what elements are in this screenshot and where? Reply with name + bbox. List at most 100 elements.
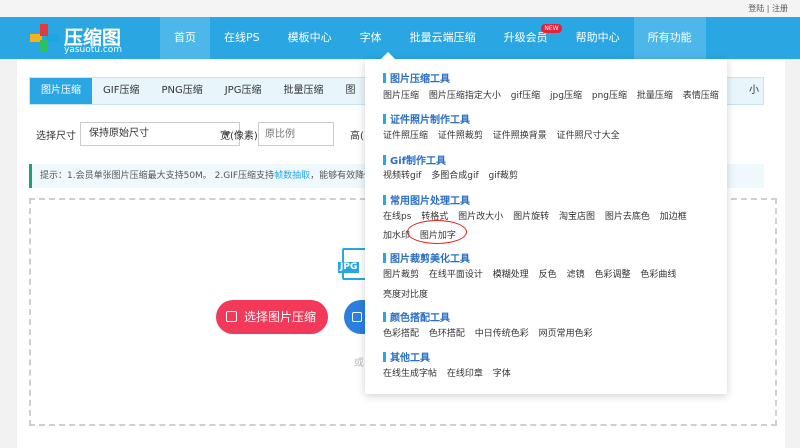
menu-item[interactable]: 反色 xyxy=(539,270,557,280)
section-marker xyxy=(383,352,386,362)
menu-item[interactable]: gif压缩 xyxy=(511,91,540,101)
menu-row: 色彩搭配 色环搭配 中日传统色彩 网页常用色彩 xyxy=(383,326,600,339)
menu-item[interactable]: 色彩曲线 xyxy=(640,270,676,280)
dropdown-arrow xyxy=(381,52,395,59)
tab-tail-text[interactable]: 小 xyxy=(749,78,759,104)
menu-item[interactable]: 字体 xyxy=(493,369,511,379)
menu-section-title: 证件照片制作工具 xyxy=(383,111,470,126)
tab-jpg-compress[interactable]: JPG压缩 xyxy=(214,78,273,104)
menu-section-title: 图片裁剪美化工具 xyxy=(383,250,470,265)
logo-domain: yasuotu.com xyxy=(64,45,123,55)
menu-item[interactable]: gif裁剪 xyxy=(489,171,518,181)
main-navbar: 压缩图 yasuotu.com 首页 在线PS 模板中心 字体 批量云端压缩 升… xyxy=(0,17,800,59)
nav-templates[interactable]: 模板中心 xyxy=(274,17,346,59)
menu-item[interactable]: 色彩搭配 xyxy=(383,329,419,339)
menu-item[interactable]: 表情压缩 xyxy=(683,91,719,101)
height-label: 高( xyxy=(350,131,364,142)
tab-batch-compress[interactable]: 批量压缩 xyxy=(272,78,334,104)
or-text: 或 xyxy=(354,358,364,369)
menu-section-title: 颜色搭配工具 xyxy=(383,309,450,324)
menu-item[interactable]: 在线印章 xyxy=(447,369,483,379)
menu-item[interactable]: 图片压缩指定大小 xyxy=(429,91,501,101)
menu-item[interactable]: 图片改大小 xyxy=(458,212,503,222)
menu-item[interactable]: png压缩 xyxy=(592,91,627,101)
menu-item[interactable]: 多图合成gif xyxy=(431,171,478,181)
menu-item[interactable]: 图片去底色 xyxy=(605,212,650,222)
menu-row: 图片压缩 图片压缩指定大小 gif压缩 jpg压缩 png压缩 批量压缩 表情压… xyxy=(383,88,726,101)
menu-item[interactable]: 加水印 xyxy=(383,231,410,241)
section-marker xyxy=(383,253,386,263)
menu-item[interactable]: 淘宝店图 xyxy=(559,212,595,222)
nav-all-features[interactable]: 所有功能 xyxy=(633,17,706,59)
menu-item[interactable]: 亮度对比度 xyxy=(383,290,428,300)
section-marker xyxy=(383,73,386,83)
width-label: 宽(像素) xyxy=(220,131,258,142)
menu-item[interactable]: 模糊处理 xyxy=(493,270,529,280)
nav-menu: 首页 在线PS 模板中心 字体 批量云端压缩 升级会员 NEW 帮助中心 所有功… xyxy=(160,17,706,59)
menu-item[interactable]: 证件照换背景 xyxy=(493,131,547,141)
top-bar: 登陆 | 注册 xyxy=(0,0,800,17)
menu-row: 视频转gif 多图合成gif gif裁剪 xyxy=(383,168,525,181)
menu-item[interactable]: 证件照尺寸大全 xyxy=(557,131,620,141)
tab-png-compress[interactable]: PNG压缩 xyxy=(150,78,213,104)
auth-links: 登陆 | 注册 xyxy=(748,3,788,14)
site-logo[interactable]: 压缩图 yasuotu.com xyxy=(30,21,170,55)
tip-text: 提示：1.会员单张图片压缩最大支持50M。 2.GIF压缩支持 xyxy=(40,171,275,181)
frame-extract-link[interactable]: 帧数抽取 xyxy=(274,171,310,181)
menu-item[interactable]: 图片压缩 xyxy=(383,91,419,101)
nav-home[interactable]: 首页 xyxy=(160,17,210,59)
tab-partial[interactable]: 图 xyxy=(334,78,366,104)
menu-item[interactable]: 色彩调整 xyxy=(594,270,630,280)
menu-item[interactable]: 在线生成字帖 xyxy=(383,369,437,379)
menu-row: 亮度对比度 xyxy=(383,287,435,300)
menu-item[interactable]: 加边框 xyxy=(660,212,687,222)
menu-item[interactable]: 在线ps xyxy=(383,212,411,222)
size-select-value: 保持原始尺寸 xyxy=(89,128,149,139)
nav-help[interactable]: 帮助中心 xyxy=(562,17,634,59)
file-type-tag: JPG xyxy=(338,262,360,273)
menu-item[interactable]: 批量压缩 xyxy=(637,91,673,101)
section-marker xyxy=(383,114,386,124)
nav-online-ps[interactable]: 在线PS xyxy=(210,17,274,59)
menu-item[interactable]: 视频转gif xyxy=(383,171,421,181)
section-marker xyxy=(383,195,386,205)
logo-cross-icon xyxy=(30,24,58,52)
tip-tail: ，能够有效降低 xyxy=(310,171,374,181)
menu-item[interactable]: 证件照压缩 xyxy=(383,131,428,141)
menu-section-title: Gif制作工具 xyxy=(383,152,446,167)
upload-icon xyxy=(352,312,362,322)
tab-image-compress[interactable]: 图片压缩 xyxy=(30,78,92,104)
size-label: 选择尺寸 xyxy=(36,131,76,142)
new-badge: NEW xyxy=(541,24,562,33)
tab-gif-compress[interactable]: GIF压缩 xyxy=(92,78,150,104)
section-marker xyxy=(383,312,386,322)
menu-item[interactable]: 图片裁剪 xyxy=(383,270,419,280)
menu-section-title: 其他工具 xyxy=(383,349,430,364)
nav-batch-compress[interactable]: 批量云端压缩 xyxy=(396,17,490,59)
nav-upgrade-vip[interactable]: 升级会员 NEW xyxy=(490,17,562,59)
menu-item[interactable]: 在线平面设计 xyxy=(429,270,483,280)
size-select[interactable]: 保持原始尺寸 xyxy=(80,122,240,146)
menu-item[interactable]: 证件照裁剪 xyxy=(438,131,483,141)
menu-item[interactable]: 中日传统色彩 xyxy=(475,329,529,339)
menu-item[interactable]: jpg压缩 xyxy=(550,91,582,101)
menu-section-title: 图片压缩工具 xyxy=(383,70,450,85)
menu-row: 证件照压缩 证件照裁剪 证件照换背景 证件照尺寸大全 xyxy=(383,128,627,141)
section-marker xyxy=(383,155,386,165)
width-input[interactable] xyxy=(258,122,334,146)
nav-upgrade-label: 升级会员 xyxy=(503,31,548,44)
menu-item[interactable]: 滤镜 xyxy=(567,270,585,280)
size-filter: 选择尺寸 保持原始尺寸 宽(像素) 高( xyxy=(36,122,376,146)
menu-item[interactable]: 色环搭配 xyxy=(429,329,465,339)
image-upload-icon xyxy=(226,311,237,322)
menu-item[interactable]: 图片旋转 xyxy=(513,212,549,222)
menu-row: 在线生成字帖 在线印章 字体 xyxy=(383,366,518,379)
menu-section-title: 常用图片处理工具 xyxy=(383,192,470,207)
menu-item[interactable]: 网页常用色彩 xyxy=(539,329,593,339)
auth-separator: | xyxy=(766,4,770,13)
login-link[interactable]: 登陆 xyxy=(748,4,764,13)
select-image-label: 选择图片压缩 xyxy=(244,310,317,324)
menu-row: 图片裁剪 在线平面设计 模糊处理 反色 滤镜 色彩调整 色彩曲线 xyxy=(383,267,683,280)
select-image-button[interactable]: 选择图片压缩 xyxy=(216,300,328,334)
register-link[interactable]: 注册 xyxy=(772,4,788,13)
